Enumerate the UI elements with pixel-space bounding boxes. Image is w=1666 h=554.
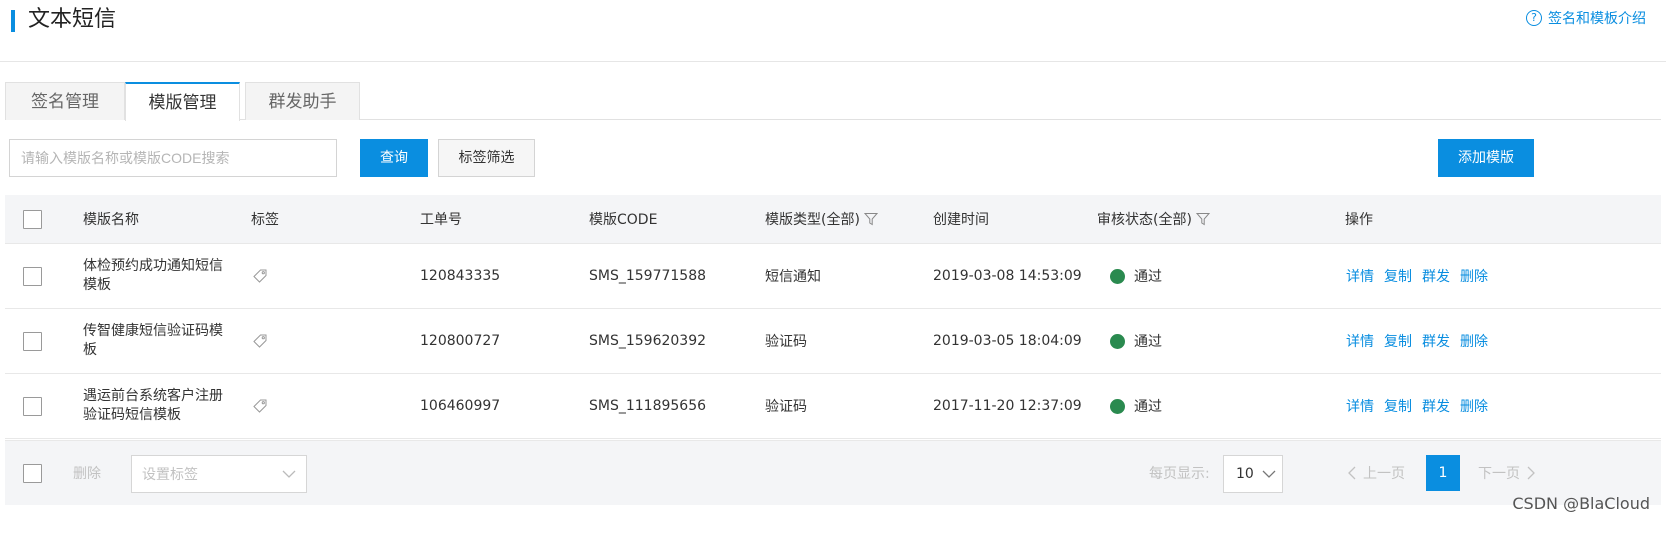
- footer-select-all-checkbox[interactable]: [23, 463, 42, 483]
- status-dot-icon: [1110, 268, 1125, 284]
- tag-filter-button[interactable]: 标签筛选: [438, 139, 535, 177]
- status-badge: 通过: [1110, 309, 1162, 373]
- table-footer: 删除 设置标签 每页显示: 10 上一页 下一页: [5, 440, 1661, 505]
- title-accent-bar: [11, 10, 15, 32]
- copy-link[interactable]: 复制: [1384, 331, 1412, 351]
- chevron-down-icon: [282, 470, 296, 478]
- status-dot-icon: [1110, 398, 1125, 414]
- row-checkbox[interactable]: [23, 396, 42, 416]
- tag-icon[interactable]: [251, 397, 269, 415]
- template-type: 验证码: [765, 334, 807, 350]
- column-header-actions: 操作: [1345, 212, 1373, 228]
- template-code: SMS_159620392: [589, 333, 707, 349]
- table-row: 遇运前台系统客户注册验证码短信模板 106460997 SMS_11189565…: [5, 374, 1661, 439]
- status-badge: 通过: [1110, 244, 1162, 308]
- page-number-current[interactable]: 1: [1426, 455, 1460, 491]
- table-row: 传智健康短信验证码模板 120800727 SMS_159620392 验证码 …: [5, 309, 1661, 374]
- created-time: 2019-03-05 18:04:09: [933, 333, 1082, 349]
- tag-icon[interactable]: [251, 267, 269, 285]
- page-size-select[interactable]: 10: [1223, 455, 1283, 493]
- column-header-name: 模版名称: [83, 212, 139, 228]
- created-time: 2019-03-08 14:53:09: [933, 268, 1082, 284]
- tag-icon[interactable]: [251, 332, 269, 350]
- search-input[interactable]: [9, 139, 337, 177]
- delete-link[interactable]: 删除: [1460, 331, 1488, 351]
- page-header: 文本短信 ? 签名和模板介绍: [0, 0, 1666, 62]
- broadcast-link[interactable]: 群发: [1422, 396, 1450, 416]
- help-link[interactable]: ? 签名和模板介绍: [1526, 8, 1646, 28]
- prev-page-button[interactable]: 上一页: [1345, 441, 1405, 505]
- table-row: 体检预约成功通知短信模板 120843335 SMS_159771588 短信通…: [5, 244, 1661, 309]
- ticket-number: 106460997: [420, 398, 501, 414]
- template-name: 传智健康短信验证码模板: [83, 323, 223, 358]
- delete-link[interactable]: 删除: [1460, 396, 1488, 416]
- template-name: 遇运前台系统客户注册验证码短信模板: [83, 388, 223, 423]
- template-type: 验证码: [765, 399, 807, 415]
- page-size-value: 10: [1236, 466, 1254, 482]
- column-header-tag: 标签: [251, 212, 279, 228]
- column-header-code: 模版CODE: [589, 212, 658, 228]
- column-header-ticket: 工单号: [420, 212, 462, 228]
- set-tag-select[interactable]: 设置标签: [131, 455, 307, 493]
- broadcast-link[interactable]: 群发: [1422, 331, 1450, 351]
- page-size-label: 每页显示:: [1149, 466, 1210, 482]
- set-tag-select-label: 设置标签: [142, 467, 198, 483]
- type-filter-icon[interactable]: [863, 212, 878, 226]
- status-label: 通过: [1134, 334, 1162, 350]
- row-actions: 详情 复制 群发 删除: [1346, 309, 1498, 373]
- add-template-button[interactable]: 添加模版: [1438, 139, 1534, 177]
- status-label: 通过: [1134, 399, 1162, 415]
- created-time: 2017-11-20 12:37:09: [933, 398, 1082, 414]
- chevron-down-icon: [1262, 470, 1276, 478]
- tab-broadcast-assistant[interactable]: 群发助手: [245, 82, 360, 120]
- bulk-delete-button[interactable]: 删除: [73, 441, 101, 505]
- copy-link[interactable]: 复制: [1384, 266, 1412, 286]
- row-checkbox[interactable]: [23, 331, 42, 351]
- status-label: 通过: [1134, 269, 1162, 285]
- chevron-left-icon: [1348, 466, 1356, 480]
- ticket-number: 120800727: [420, 333, 501, 349]
- template-code: SMS_111895656: [589, 398, 707, 414]
- tab-bar: 签名管理 模版管理 群发助手: [5, 82, 1661, 121]
- query-button[interactable]: 查询: [360, 139, 428, 177]
- page-title: 文本短信: [28, 7, 117, 32]
- column-header-status: 审核状态(全部): [1097, 195, 1210, 243]
- ticket-number: 120843335: [420, 268, 501, 284]
- status-badge: 通过: [1110, 374, 1162, 438]
- status-filter-icon[interactable]: [1195, 212, 1210, 226]
- template-table: 模版名称 标签 工单号 模版CODE 模版类型(全部) 创建时间 审核状态(全部…: [5, 195, 1661, 439]
- template-name: 体检预约成功通知短信模板: [83, 258, 223, 293]
- copy-link[interactable]: 复制: [1384, 396, 1412, 416]
- tab-template[interactable]: 模版管理: [125, 82, 240, 121]
- watermark: CSDN @BlaCloud: [1512, 494, 1650, 513]
- select-all-checkbox[interactable]: [23, 209, 42, 229]
- row-checkbox[interactable]: [23, 266, 42, 286]
- broadcast-link[interactable]: 群发: [1422, 266, 1450, 286]
- column-header-type-label: 模版类型(全部): [765, 212, 860, 228]
- column-header-type: 模版类型(全部): [765, 195, 878, 243]
- detail-link[interactable]: 详情: [1346, 266, 1374, 286]
- row-actions: 详情 复制 群发 删除: [1346, 244, 1498, 308]
- chevron-right-icon: [1527, 466, 1535, 480]
- detail-link[interactable]: 详情: [1346, 396, 1374, 416]
- detail-link[interactable]: 详情: [1346, 331, 1374, 351]
- next-page-label: 下一页: [1478, 466, 1520, 482]
- question-circle-icon: ?: [1526, 10, 1542, 26]
- help-link-label: 签名和模板介绍: [1548, 11, 1646, 27]
- template-code: SMS_159771588: [589, 268, 707, 284]
- tab-signature[interactable]: 签名管理: [5, 82, 125, 120]
- template-type: 短信通知: [765, 269, 821, 285]
- prev-page-label: 上一页: [1363, 466, 1405, 482]
- table-header: 模版名称 标签 工单号 模版CODE 模版类型(全部) 创建时间 审核状态(全部…: [5, 195, 1661, 244]
- delete-link[interactable]: 删除: [1460, 266, 1488, 286]
- column-header-created: 创建时间: [933, 212, 989, 228]
- column-header-status-label: 审核状态(全部): [1097, 212, 1192, 228]
- row-actions: 详情 复制 群发 删除: [1346, 374, 1498, 438]
- status-dot-icon: [1110, 333, 1125, 349]
